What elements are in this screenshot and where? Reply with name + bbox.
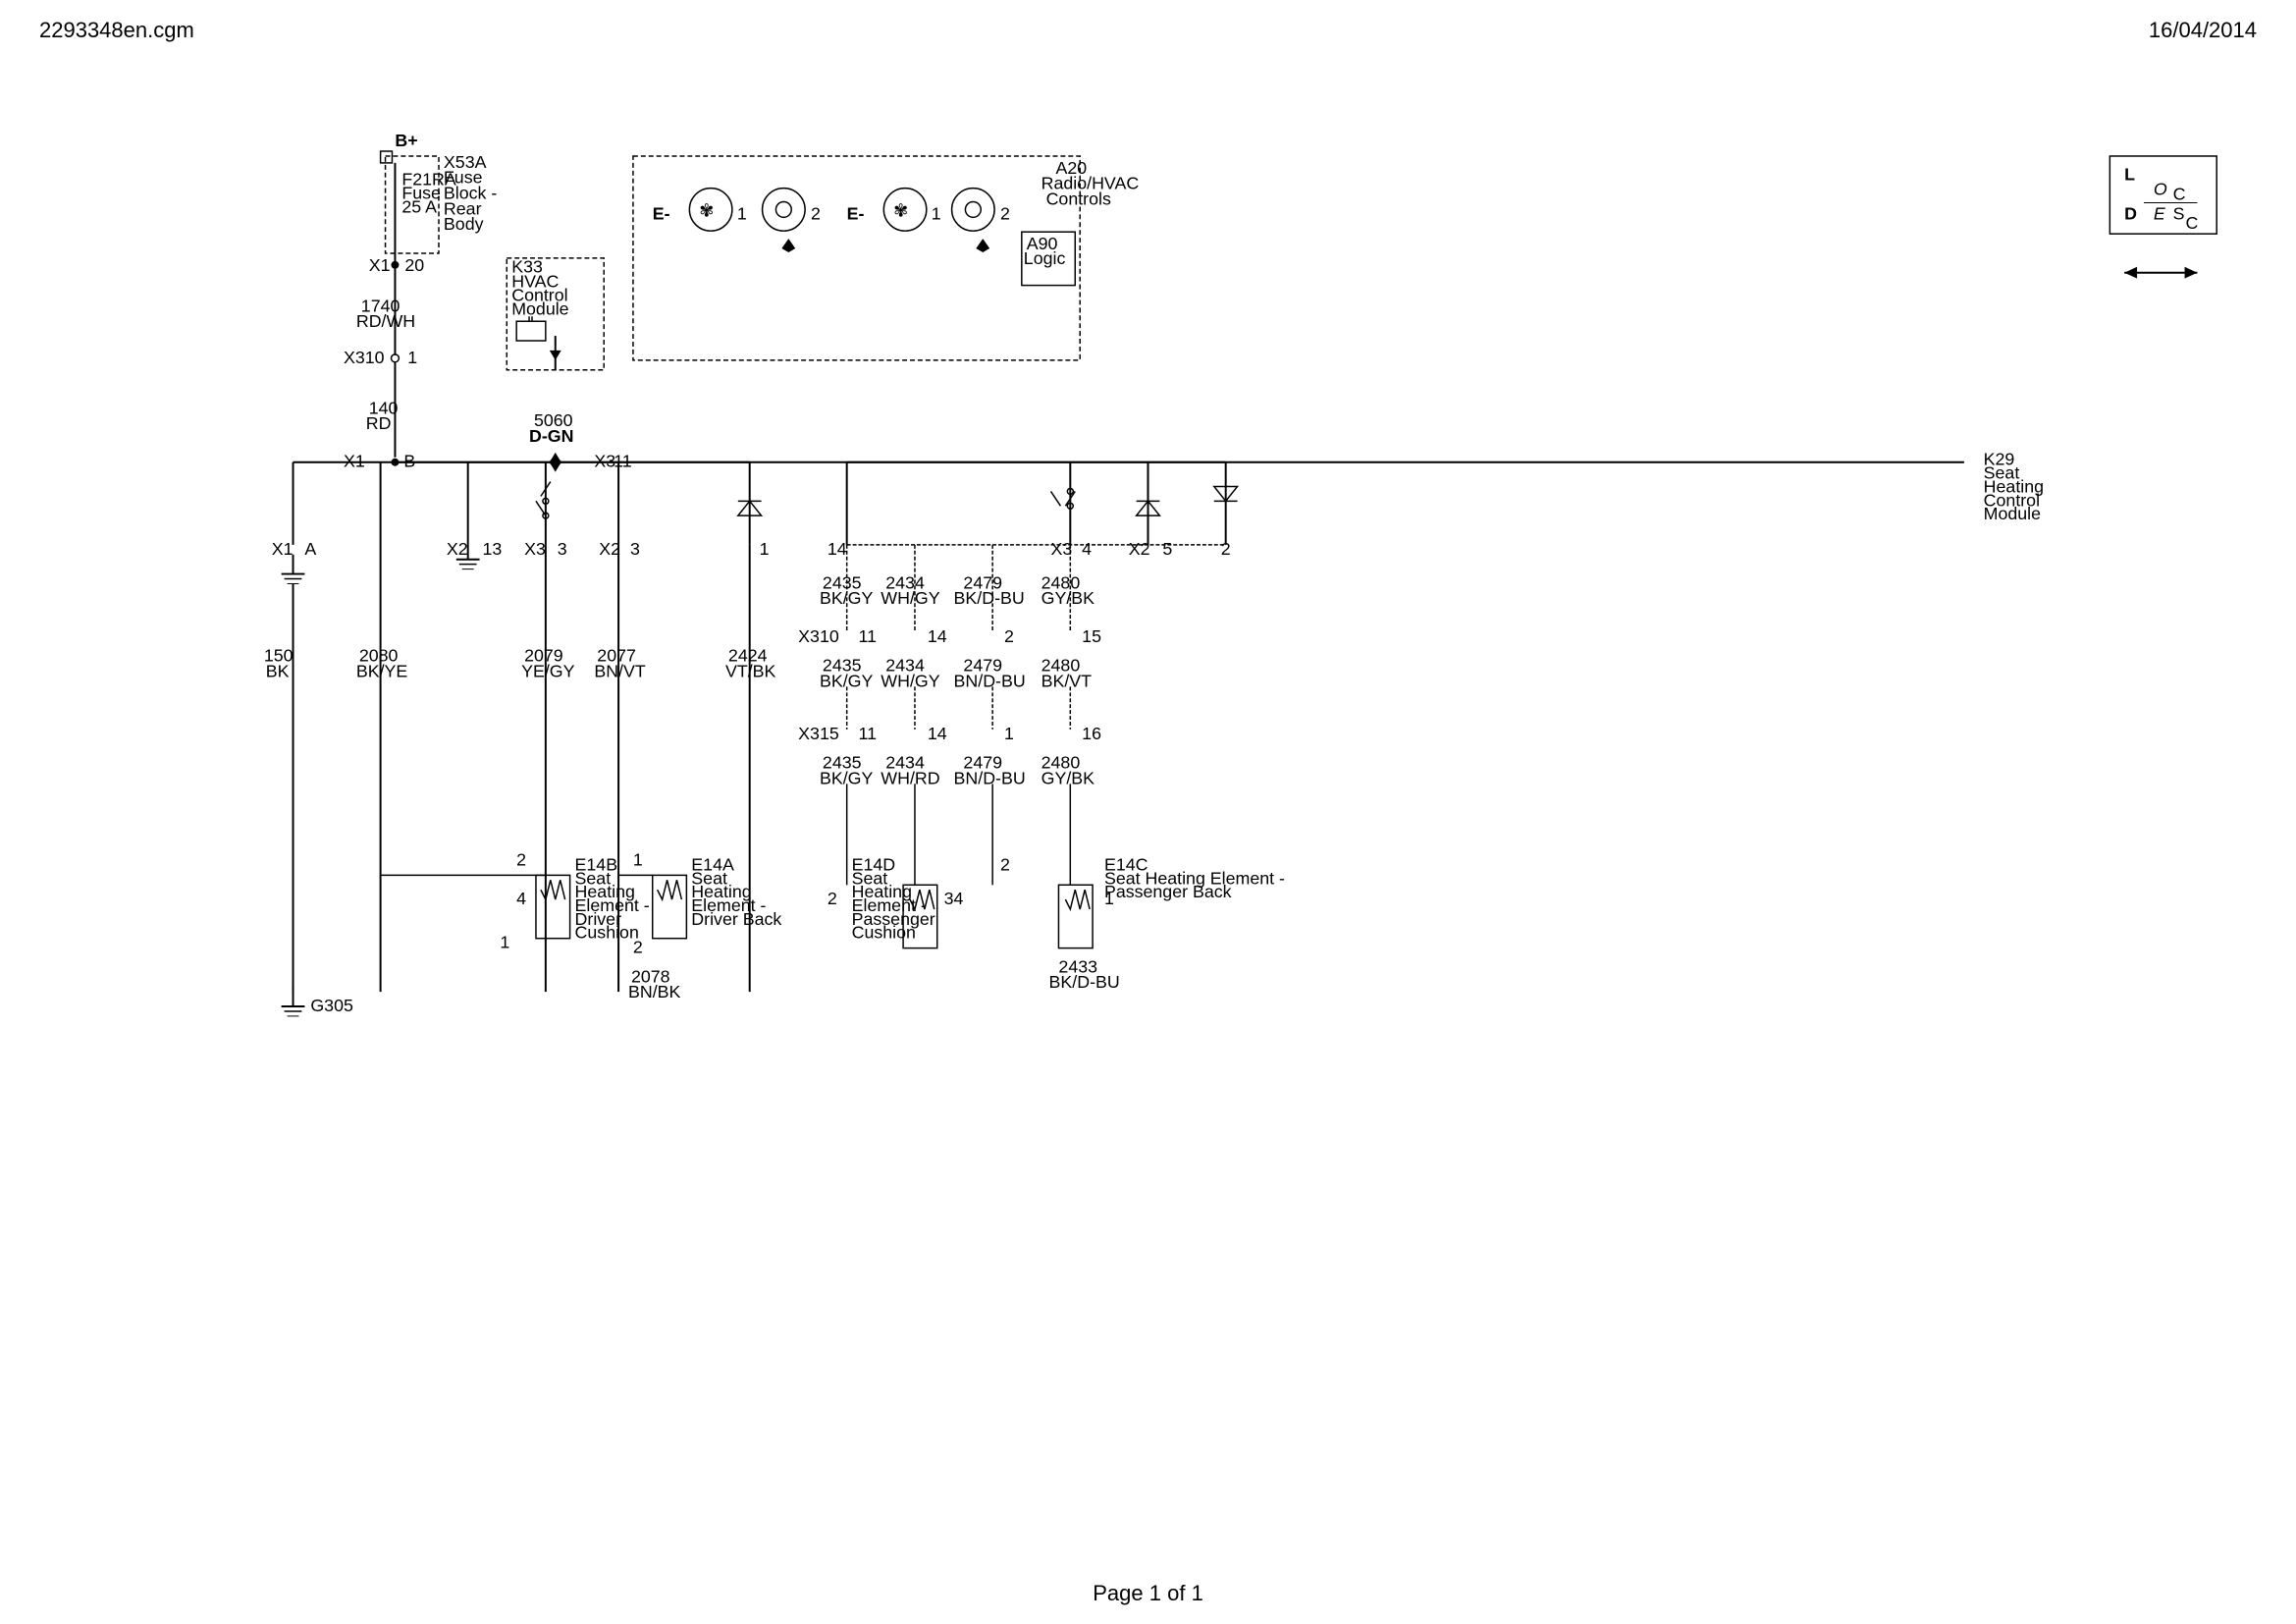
e14b-num-1: 1 (500, 933, 509, 952)
x1-20-num: 20 (404, 255, 424, 275)
wire-dgn: D-GN (529, 426, 573, 446)
e14a-num-2: 2 (633, 938, 643, 957)
x1-b-label: X1 (344, 452, 365, 471)
x1-a-letter: A (304, 539, 316, 559)
branch-14: 14 (828, 539, 847, 559)
branch-2: 2 (1221, 539, 1231, 559)
module-label2: Module (1984, 504, 2041, 523)
legend-o: O (2154, 180, 2167, 199)
wire-gybk-3: GY/BK (1041, 768, 1095, 787)
wire-bkdbu-1: BK/D-BU (954, 588, 1025, 608)
num-2: 2 (811, 203, 821, 223)
g305-label: G305 (310, 996, 353, 1015)
x1-20-label: X1 (369, 255, 391, 275)
wire-bkdbu-bot: BK/D-BU (1049, 972, 1120, 992)
wire-whgy-2: WH/GY (881, 671, 939, 690)
bplus-label: B+ (395, 131, 417, 150)
x315-11: 11 (859, 724, 878, 743)
wire-yegy: YE/GY (521, 661, 575, 680)
num-1b: 1 (932, 203, 941, 223)
wire-whrd-3: WH/RD (881, 768, 939, 787)
num-2b: 2 (1000, 203, 1010, 223)
doc-date: 16/04/2014 (2149, 18, 2257, 43)
e14b-num-2: 2 (516, 849, 526, 869)
x3-4: X3 (1051, 539, 1073, 559)
e14c-pass: Passenger Back (1104, 882, 1232, 901)
e14d-cushion: Cushion (852, 923, 916, 943)
x1-a: X1 (272, 539, 294, 559)
x310-15: 15 (1082, 626, 1101, 646)
e14b-num-4: 4 (516, 889, 526, 908)
fan-symbol-1: ✾ (699, 200, 714, 220)
of-label: of (1167, 1581, 1185, 1605)
x3-11: X3 (594, 452, 615, 471)
e14d-num-2: 2 (828, 889, 837, 908)
page-footer: Page 1 of 1 (0, 1581, 2296, 1606)
wire-whgy-1: WH/GY (881, 588, 939, 608)
wire-bnbu-3: BN/D-BU (954, 768, 1026, 787)
wire-bkye: BK/YE (356, 661, 408, 680)
x310-1: 1 (407, 348, 417, 367)
fuse-block-body: Body (444, 214, 484, 234)
x310-2: 2 (1004, 626, 1014, 646)
wire-gybk-1: GY/BK (1041, 588, 1095, 608)
doc-id: 2293348en.cgm (39, 18, 194, 43)
x3-3: 3 (558, 539, 567, 559)
x2-5-label: X2 (1129, 539, 1150, 559)
legend-c: C (2173, 185, 2186, 204)
x315-16: 16 (1082, 724, 1101, 743)
legend-e: E (2154, 203, 2166, 223)
e14d-num-3: 3 (944, 889, 954, 908)
page-label: Page (1093, 1581, 1143, 1605)
wire-bnvt: BN/VT (594, 661, 646, 680)
fuse-25a: 25 A (401, 196, 437, 216)
wire-bkvt-2: BK/VT (1041, 671, 1093, 690)
legend-sc: S (2173, 203, 2185, 223)
x315-row: X315 (798, 724, 839, 743)
x310-row: X310 (798, 626, 839, 646)
x310-14: 14 (928, 626, 947, 646)
wire-bnbk: BN/BK (628, 982, 681, 1001)
fan-symbol-2: ✾ (893, 200, 908, 220)
x1-b: B (403, 452, 415, 471)
total-pages: 1 (1192, 1581, 1203, 1605)
controls-label: Controls (1046, 189, 1111, 208)
legend-l: L (2124, 165, 2135, 185)
x2-5: 5 (1162, 539, 1172, 559)
module-label: Module (511, 298, 568, 318)
wire-bk: BK (266, 661, 290, 680)
wire-bnbd-2: BN/D-BU (954, 671, 1026, 690)
e14a-driver-back: Driver Back (691, 909, 781, 929)
x2-3-label: X2 (599, 539, 620, 559)
x315-14: 14 (928, 724, 947, 743)
legend-sc2: C (2186, 213, 2199, 233)
e14d-num-4: 4 (954, 889, 964, 908)
x2-13: 13 (483, 539, 503, 559)
e14b-cushion: Cushion (575, 923, 639, 943)
e-left-1: E- (653, 203, 670, 223)
x310-label: X310 (344, 348, 385, 367)
num-1: 1 (737, 203, 747, 223)
page-number: 1 (1149, 1581, 1161, 1605)
x2-label: X2 (447, 539, 468, 559)
wire-vtbk: VT/BK (725, 661, 776, 680)
e14a-num-1: 1 (633, 849, 643, 869)
x3-3-label: X3 (524, 539, 546, 559)
wire-rd: RD (366, 413, 392, 433)
x3-11-num: 11 (614, 452, 632, 471)
e14c-num-2: 2 (1000, 854, 1010, 874)
e-left-2: E- (847, 203, 865, 223)
wire-rdwh: RD/WH (356, 311, 415, 331)
diagram-area: B+ X53A Fuse Block - Rear Body F21RA Fus… (39, 59, 2257, 1575)
legend-d: D (2124, 203, 2137, 223)
x310-11: 11 (859, 626, 878, 646)
logic-label: Logic (1024, 248, 1066, 268)
x3-4-num: 4 (1082, 539, 1092, 559)
branch-1: 1 (760, 539, 770, 559)
x315-1: 1 (1004, 724, 1014, 743)
x2-3: 3 (630, 539, 640, 559)
